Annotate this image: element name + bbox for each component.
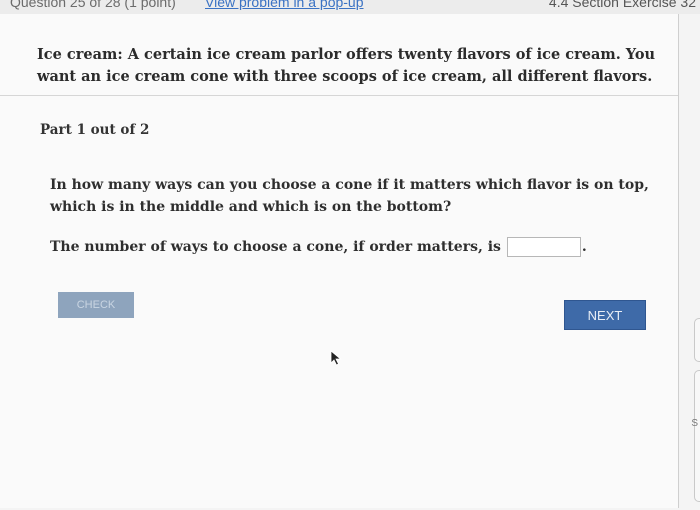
mouse-pointer-icon <box>330 350 342 366</box>
problem-intro: Ice cream: A certain ice cream parlor of… <box>37 44 667 88</box>
problem-panel: Ice cream: A certain ice cream parlor of… <box>0 14 679 508</box>
intro-text: A certain ice cream parlor offers twenty… <box>37 46 656 85</box>
intro-label: Ice cream: <box>37 46 123 63</box>
top-bar: Question 25 of 28 (1 point) View problem… <box>0 0 700 14</box>
section-title: 4.4 Section Exercise 32 <box>548 0 696 10</box>
answer-input[interactable] <box>506 237 581 257</box>
part-label: Part 1 out of 2 <box>40 122 150 138</box>
side-tab-bottom[interactable] <box>694 370 700 502</box>
divider <box>0 95 678 96</box>
question-counter: Question 25 of 28 (1 point) <box>10 0 176 10</box>
check-button[interactable]: CHECK <box>58 292 134 318</box>
answer-suffix: . <box>581 239 587 255</box>
question-text: In how many ways can you choose a cone i… <box>50 177 649 215</box>
next-button[interactable]: NEXT <box>564 300 646 330</box>
side-tab-letter: S <box>691 418 698 429</box>
answer-row: The number of ways to choose a cone, if … <box>50 233 587 261</box>
side-tab-top[interactable] <box>694 318 700 362</box>
popup-link[interactable]: View problem in a pop-up <box>205 0 364 10</box>
answer-prompt: The number of ways to choose a cone, if … <box>50 239 501 255</box>
